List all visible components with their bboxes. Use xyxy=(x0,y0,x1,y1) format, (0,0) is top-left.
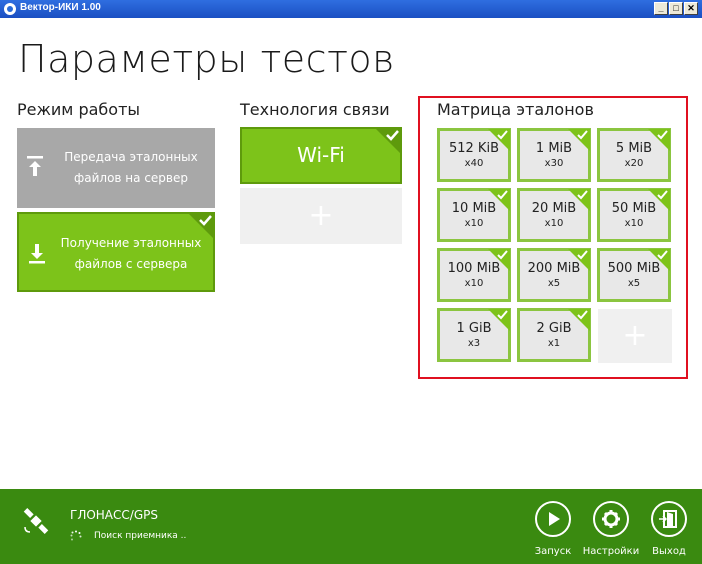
gps-status: Поиск приемника .. xyxy=(94,531,187,541)
plus-icon: + xyxy=(622,318,648,353)
check-icon xyxy=(188,213,214,239)
gear-icon xyxy=(602,510,620,528)
loading-spinner-icon xyxy=(70,530,82,541)
start-button[interactable] xyxy=(535,501,571,537)
add-tech-button[interactable]: + xyxy=(240,188,402,244)
mode-section-title: Режим работы xyxy=(17,100,141,119)
matrix-item-100mib[interactable]: 100 MiB x10 xyxy=(437,248,511,302)
matrix-item-5mib[interactable]: 5 MiB x20 xyxy=(597,128,671,182)
download-mode-tile[interactable]: Получение эталонных файлов с сервера xyxy=(17,212,215,292)
check-icon xyxy=(568,309,590,331)
check-icon xyxy=(488,309,510,331)
matrix-item-200mib[interactable]: 200 MiB x5 xyxy=(517,248,591,302)
status-footer: ГЛОНАСС/GPS Поиск приемника .. Запуск На… xyxy=(0,489,702,564)
matrix-item-2gib[interactable]: 2 GiB x1 xyxy=(517,308,591,362)
matrix-item-50mib[interactable]: 50 MiB x10 xyxy=(597,188,671,242)
window-title: Вектор-ИКИ 1.00 xyxy=(20,2,101,13)
add-matrix-item-button[interactable]: + xyxy=(598,309,672,363)
gps-title: ГЛОНАСС/GPS xyxy=(70,508,158,522)
check-icon xyxy=(568,129,590,151)
matrix-item-count: x3 xyxy=(467,338,481,349)
matrix-section-title: Матрица эталонов xyxy=(437,100,594,119)
exit-button[interactable] xyxy=(651,501,687,537)
check-icon xyxy=(488,189,510,211)
matrix-item-count: x10 xyxy=(624,218,644,229)
wifi-tile[interactable]: Wi-Fi xyxy=(240,127,402,184)
upload-mode-tile[interactable]: Передача эталонных файлов на сервер xyxy=(17,128,215,208)
check-icon xyxy=(375,128,401,154)
check-icon xyxy=(488,129,510,151)
matrix-item-count: x5 xyxy=(627,278,641,289)
wifi-label: Wi-Fi xyxy=(297,143,345,167)
matrix-item-500mib[interactable]: 500 MiB x5 xyxy=(597,248,671,302)
page-title: Параметры тестов xyxy=(18,37,395,81)
settings-button[interactable] xyxy=(593,501,629,537)
matrix-item-1gib[interactable]: 1 GiB x3 xyxy=(437,308,511,362)
matrix-item-count: x30 xyxy=(544,158,564,169)
download-icon xyxy=(29,244,45,264)
matrix-item-count: x40 xyxy=(464,158,484,169)
matrix-item-count: x10 xyxy=(464,218,484,229)
upload-icon xyxy=(27,156,43,176)
minimize-button[interactable]: _ xyxy=(654,2,668,15)
matrix-item-count: x10 xyxy=(464,278,484,289)
check-icon xyxy=(648,249,670,271)
matrix-item-10mib[interactable]: 10 MiB x10 xyxy=(437,188,511,242)
matrix-item-count: x20 xyxy=(624,158,644,169)
start-label: Запуск xyxy=(534,546,572,557)
plus-icon: + xyxy=(308,198,334,233)
app-icon xyxy=(4,3,16,15)
download-mode-label: Получение эталонных файлов с сервера xyxy=(60,236,202,271)
window-titlebar: Вектор-ИКИ 1.00 _ □ ✕ xyxy=(0,0,702,18)
play-icon xyxy=(549,512,560,526)
check-icon xyxy=(648,189,670,211)
tech-section-title: Технология связи xyxy=(240,100,390,119)
matrix-item-1mib[interactable]: 1 MiB x30 xyxy=(517,128,591,182)
matrix-item-count: x5 xyxy=(547,278,561,289)
check-icon xyxy=(488,249,510,271)
matrix-item-20mib[interactable]: 20 MiB x10 xyxy=(517,188,591,242)
upload-mode-label: Передача эталонных файлов на сервер xyxy=(64,150,198,185)
close-button[interactable]: ✕ xyxy=(684,2,698,15)
check-icon xyxy=(568,249,590,271)
check-icon xyxy=(648,129,670,151)
exit-door-icon xyxy=(659,510,677,528)
exit-label: Выход xyxy=(652,546,686,557)
settings-label: Настройки xyxy=(582,546,640,557)
maximize-button[interactable]: □ xyxy=(669,2,683,15)
matrix-item-512kib[interactable]: 512 KiB x40 xyxy=(437,128,511,182)
matrix-item-count: x10 xyxy=(544,218,564,229)
matrix-item-count: x1 xyxy=(547,338,561,349)
check-icon xyxy=(568,189,590,211)
satellite-icon xyxy=(23,508,49,534)
